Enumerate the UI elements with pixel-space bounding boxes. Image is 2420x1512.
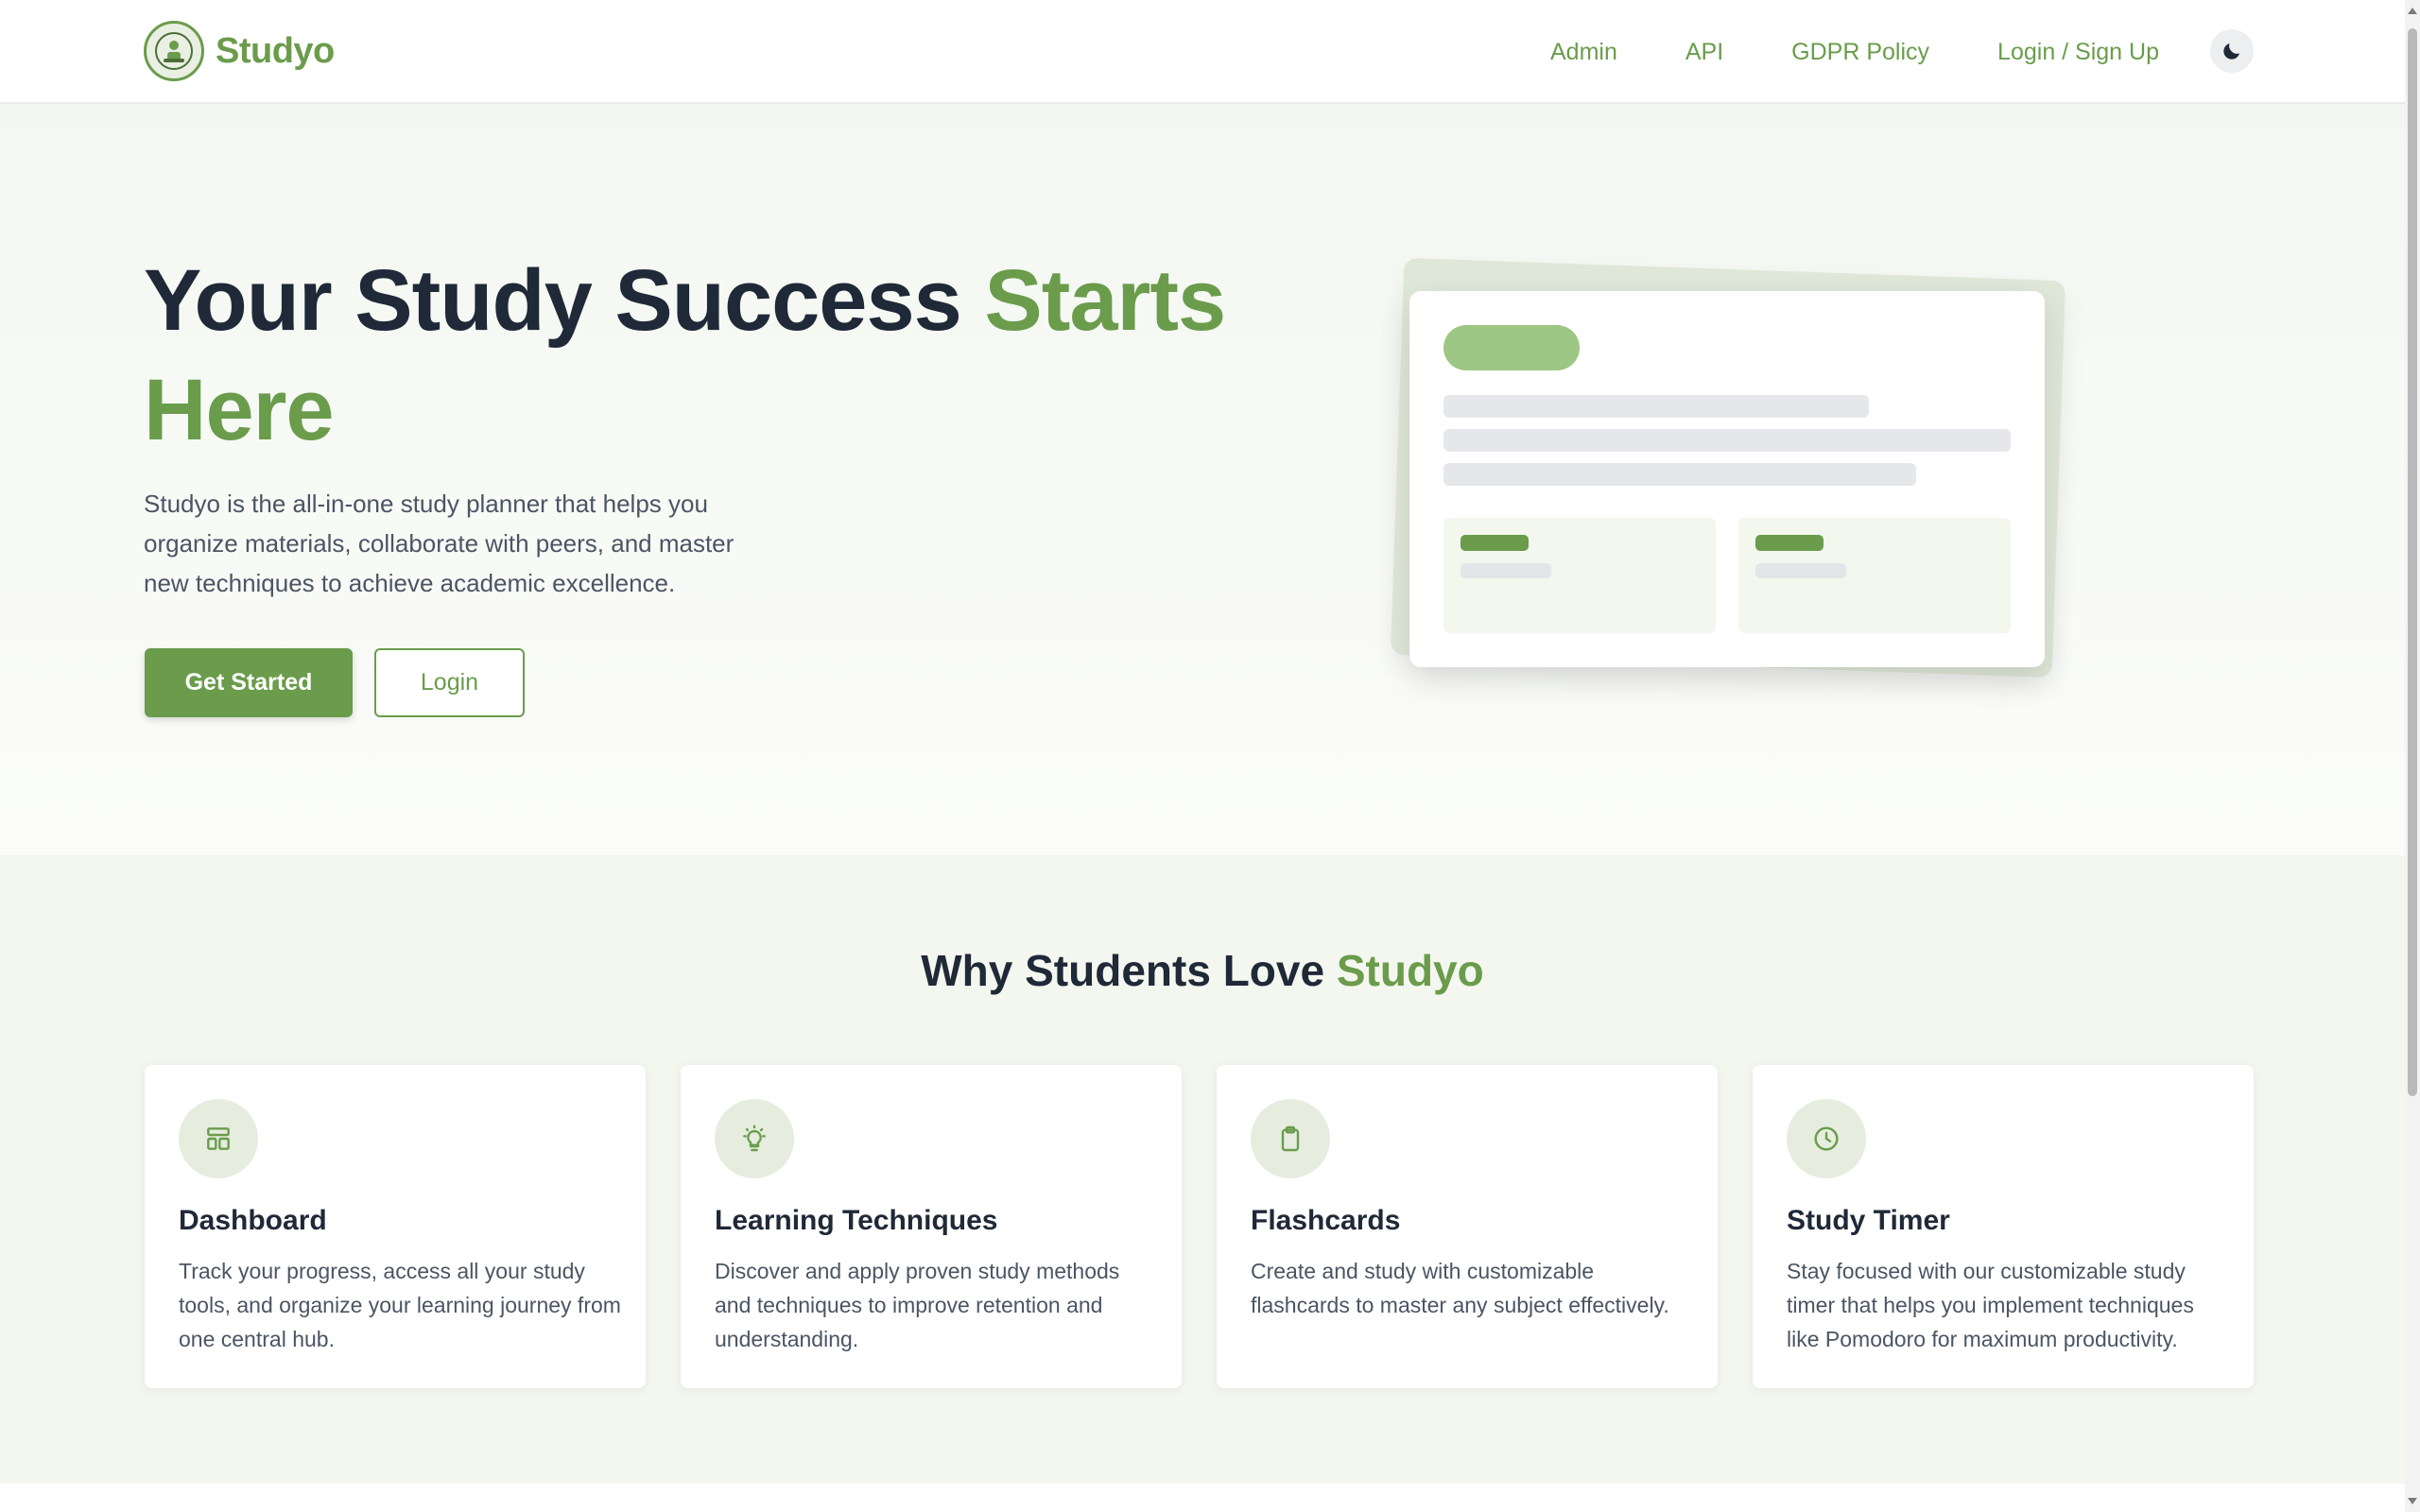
studyo-logo (144, 21, 204, 81)
illustration-line (1443, 463, 1916, 486)
feature-card-study-timer[interactable]: Study Timer Stay focused with our custom… (1753, 1065, 2254, 1388)
feature-card-text: Discover and apply proven study methods … (715, 1259, 1120, 1351)
nav-link-admin[interactable]: Admin (1550, 39, 1617, 66)
illustration-pill (1443, 325, 1580, 370)
hero-description: Studyo is the all-in-one study planner t… (144, 490, 735, 597)
brand-home-link[interactable]: Studyo (144, 21, 335, 81)
nav-link-gdpr-policy[interactable]: GDPR Policy (1791, 39, 1929, 66)
feature-card-text: Track your progress, access all your stu… (179, 1259, 621, 1351)
scroll-down-arrow-icon[interactable] (2408, 1498, 2417, 1504)
illustration-stat-box (1738, 518, 2011, 633)
feature-card-dashboard[interactable]: Dashboard Track your progress, access al… (145, 1065, 646, 1388)
feature-card-learning-techniques[interactable]: Learning Techniques Discover and apply p… (681, 1065, 1182, 1388)
navbar: Studyo Admin API GDPR Policy Login / Sig… (0, 0, 2405, 104)
illustration-stat-box (1443, 518, 1716, 633)
hero-title-main: Your Study Success (144, 252, 985, 349)
feature-card-title: Study Timer (1787, 1205, 1950, 1236)
features-section: Why Students Love Studyo Dashboard Track… (0, 855, 2405, 1484)
scroll-up-arrow-icon[interactable] (2408, 8, 2417, 14)
scroll-thumb[interactable] (2408, 28, 2417, 1096)
lightbulb-icon (715, 1099, 794, 1178)
login-button[interactable]: Login (374, 648, 525, 717)
nav-link-api[interactable]: API (1685, 39, 1723, 66)
page-scrollbar[interactable] (2405, 0, 2420, 1512)
theme-toggle-button[interactable] (2210, 29, 2254, 73)
hero-title: Your Study Success Starts Here (144, 246, 1231, 465)
feature-card-title: Learning Techniques (715, 1205, 998, 1236)
get-started-button[interactable]: Get Started (145, 648, 353, 717)
clipboard-icon (1251, 1099, 1330, 1178)
nav-links: Admin API GDPR Policy Login / Sign Up (1550, 28, 2159, 76)
dashboard-icon (179, 1099, 258, 1178)
hero-section: Your Study Success Starts Here Studyo is… (0, 104, 2405, 855)
brand-name: Studyo (216, 30, 335, 71)
nav-link-login-signup[interactable]: Login / Sign Up (1997, 39, 2159, 66)
features-title: Why Students Love Studyo (0, 945, 2405, 996)
feature-card-title: Flashcards (1251, 1205, 1401, 1236)
moon-icon (2223, 43, 2239, 60)
features-title-main: Why Students Love (921, 946, 1337, 995)
feature-card-flashcards[interactable]: Flashcards Create and study with customi… (1217, 1065, 1718, 1388)
clock-icon (1787, 1099, 1866, 1178)
feature-card-text: Create and study with customizable flash… (1251, 1259, 1669, 1317)
dashboard-illustration (1409, 291, 2045, 667)
illustration-line (1443, 429, 2011, 452)
features-title-accent: Studyo (1336, 946, 1484, 995)
feature-card-text: Stay focused with our customizable study… (1787, 1259, 2194, 1351)
next-section-edge (0, 1484, 2405, 1512)
illustration-line (1443, 395, 1869, 418)
feature-card-title: Dashboard (179, 1205, 327, 1236)
